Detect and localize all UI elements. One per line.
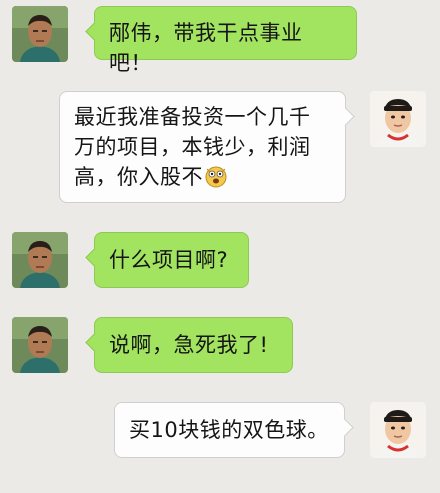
message-bubble-sent[interactable]: 邴伟，带我干点事业吧！ <box>85 6 357 75</box>
contact-avatar[interactable] <box>12 232 68 288</box>
shocked-face-emoji <box>204 164 228 188</box>
bubble-tail <box>85 248 104 267</box>
male-avatar-1 <box>12 232 68 288</box>
male-avatar-2 <box>370 402 426 458</box>
message-bubble-sent[interactable]: 说啊，急死我了! <box>85 317 293 373</box>
my-avatar[interactable] <box>370 91 426 147</box>
message-text: 最近我准备投资一个几千万的项目，本钱少，利润高，你入股不 <box>74 105 311 189</box>
message-text: 什么项目啊? <box>109 248 229 272</box>
male-avatar-2 <box>370 91 426 147</box>
message-bubble-sent[interactable]: 什么项目啊? <box>85 232 249 288</box>
message-text: 说啊，急死我了! <box>109 333 269 357</box>
bubble-tail <box>336 107 355 126</box>
bubble-tail <box>85 333 104 352</box>
contact-avatar[interactable] <box>12 317 68 373</box>
my-avatar[interactable] <box>370 402 426 458</box>
male-avatar-1 <box>12 317 68 373</box>
message-bubble-received[interactable]: 买10块钱的双色球。 <box>114 402 354 458</box>
message-text: 买10块钱的双色球。 <box>129 418 329 442</box>
male-avatar-1 <box>12 6 68 62</box>
bubble-tail <box>85 22 104 41</box>
message-text: 邴伟，带我干点事业吧！ <box>109 21 303 75</box>
contact-avatar[interactable] <box>12 6 68 62</box>
bubble-tail <box>335 418 354 437</box>
chat-conversation: 邴伟，带我干点事业吧！ 最近我准备投资一个几千万的项目，本钱少，利润高，你入股不 <box>0 0 440 493</box>
message-bubble-received[interactable]: 最近我准备投资一个几千万的项目，本钱少，利润高，你入股不 <box>59 91 355 203</box>
